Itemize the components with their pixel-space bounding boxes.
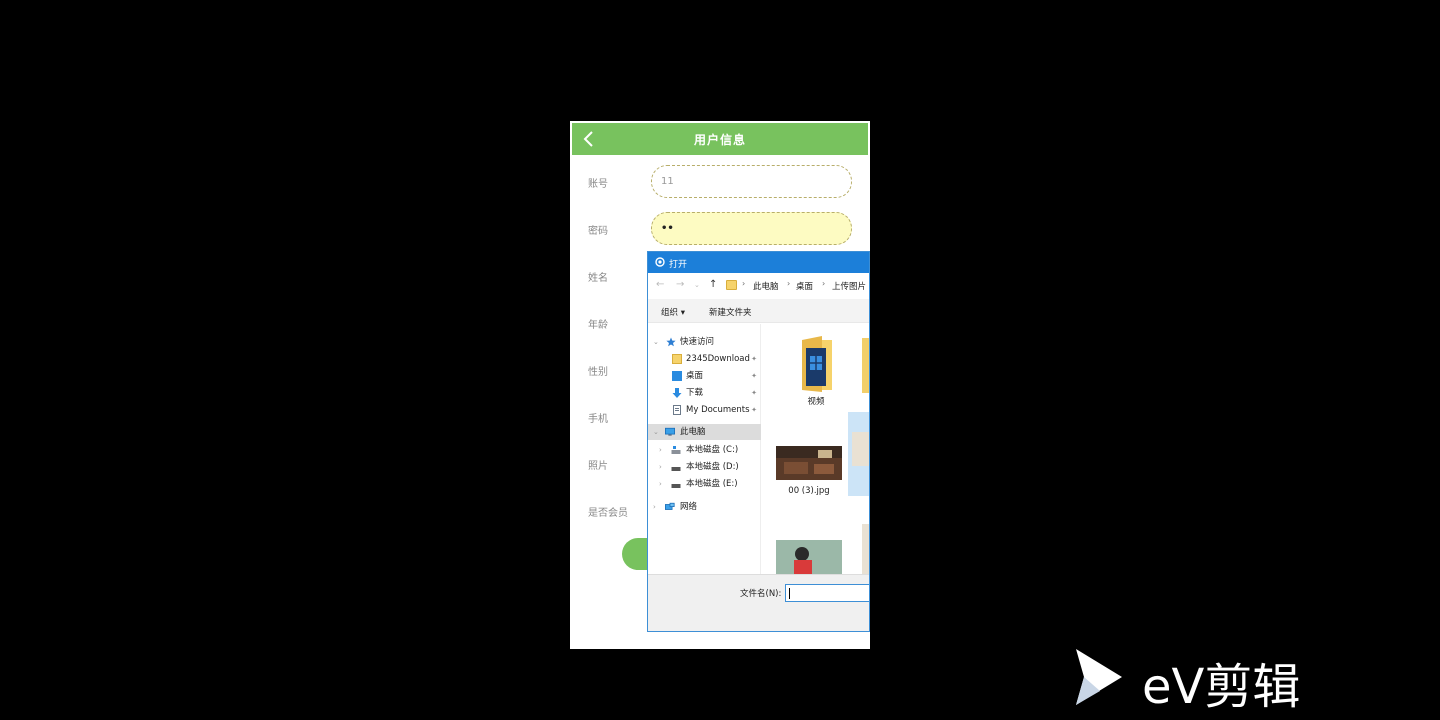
chevron-down-icon: ⌄: [653, 338, 659, 346]
open-file-dialog: 打开 ← → ⌄ ↑ › 此电脑 › 桌面 › 上传图片 组织 ▾ 新建文件夹 …: [647, 251, 870, 632]
chevron-right-icon: ›: [787, 279, 791, 288]
breadcrumb-upload-images[interactable]: 上传图片: [832, 280, 866, 292]
vr-thumbnail: [776, 540, 842, 574]
organize-button[interactable]: 组织 ▾: [661, 306, 685, 318]
nav-2345download[interactable]: 2345Download ✦: [648, 351, 761, 367]
up-icon[interactable]: ↑: [709, 279, 717, 290]
chevron-right-icon: ›: [659, 480, 662, 488]
member-label: 是否会员: [588, 508, 628, 519]
tile-label: 00 (3).jpg: [788, 486, 830, 496]
file-list: 视频 00 (3).jpg: [762, 324, 869, 574]
navigation-pane: ⌄ 快速访问 2345Download ✦ 桌面 ✦ 下载 ✦ My Docum…: [648, 324, 761, 574]
pin-icon: ✦: [751, 355, 757, 363]
download-icon: [672, 388, 682, 398]
photo-label: 照片: [588, 461, 608, 472]
filename-label: 文件名(N):: [740, 589, 782, 599]
nav-desktop[interactable]: 桌面 ✦: [648, 368, 761, 384]
account-label: 账号: [588, 179, 608, 190]
chrome-icon: [655, 257, 665, 267]
forward-icon[interactable]: →: [676, 279, 684, 290]
chevron-right-icon: ›: [659, 446, 662, 454]
image-tile-selected-partial[interactable]: [848, 412, 869, 496]
name-label: 姓名: [588, 273, 608, 284]
chevron-right-icon: ›: [742, 279, 746, 288]
image-tile-partial[interactable]: [862, 524, 869, 574]
address-bar: ← → ⌄ ↑ › 此电脑 › 桌面 › 上传图片: [648, 273, 869, 297]
phone-label: 手机: [588, 414, 608, 425]
chevron-right-icon: ›: [653, 503, 656, 511]
drive-icon: [671, 467, 681, 471]
desktop-icon: [672, 371, 682, 381]
nav-quick-access[interactable]: ⌄ 快速访问: [648, 334, 761, 350]
nav-label: 本地磁盘 (D:): [686, 462, 739, 472]
account-field[interactable]: 11: [651, 165, 852, 198]
filename-input[interactable]: [785, 584, 869, 602]
nav-network[interactable]: › 网络: [648, 499, 761, 515]
ev-logo-icon: [1076, 649, 1122, 705]
age-label: 年龄: [588, 320, 608, 331]
room-thumbnail: [776, 446, 842, 480]
nav-my-documents[interactable]: My Documents ✦: [648, 402, 761, 418]
dialog-titlebar: 打开: [648, 252, 869, 273]
pin-icon: ✦: [751, 406, 757, 414]
folder-tile-video[interactable]: 视频: [776, 332, 856, 412]
nav-drive-e[interactable]: › 本地磁盘 (E:): [648, 476, 761, 492]
dialog-title: 打开: [669, 260, 688, 270]
recent-dropdown-icon[interactable]: ⌄: [694, 281, 700, 289]
screen: 用户信息 账号 11 密码 •• 姓名 年龄 性别 手机 照片 是否会员 打开 …: [0, 0, 1440, 720]
image-tile-00-3[interactable]: 00 (3).jpg: [776, 442, 856, 502]
page-title: 用户信息: [693, 133, 746, 147]
dialog-footer: 文件名(N):: [648, 574, 869, 631]
pin-icon: ✦: [751, 372, 757, 380]
drive-icon: [671, 484, 681, 488]
nav-this-pc[interactable]: ⌄ 此电脑: [648, 424, 761, 440]
tile-label: 视频: [807, 397, 825, 407]
app-header: 用户信息: [572, 123, 868, 155]
image-tile-vr[interactable]: [776, 536, 842, 574]
computer-icon: [665, 427, 675, 436]
password-label: 密码: [588, 226, 608, 237]
back-icon[interactable]: ←: [656, 279, 664, 290]
nav-drive-c[interactable]: › 本地磁盘 (C:): [648, 442, 761, 458]
star-icon: [666, 337, 676, 347]
nav-label: 本地磁盘 (C:): [686, 445, 739, 455]
nav-drive-d[interactable]: › 本地磁盘 (D:): [648, 459, 761, 475]
pin-icon: ✦: [751, 389, 757, 397]
command-bar: 组织 ▾ 新建文件夹: [648, 299, 869, 323]
new-folder-button[interactable]: 新建文件夹: [709, 306, 752, 318]
breadcrumb-this-pc[interactable]: 此电脑: [753, 280, 779, 292]
nav-label: 2345Download: [686, 354, 750, 364]
chevron-down-icon: ⌄: [653, 428, 659, 436]
drive-icon: [671, 446, 681, 454]
nav-label: 本地磁盘 (E:): [686, 479, 738, 489]
nav-label: 网络: [680, 502, 698, 512]
text-caret: [789, 588, 790, 599]
nav-label: 快速访问: [680, 337, 715, 347]
nav-label: 下载: [686, 388, 704, 398]
breadcrumb-desktop[interactable]: 桌面: [796, 280, 813, 292]
folder-icon: [672, 354, 682, 364]
nav-label: My Documents: [686, 405, 750, 415]
chevron-right-icon: ›: [822, 279, 826, 288]
document-icon: [673, 405, 681, 415]
password-field[interactable]: ••: [651, 212, 852, 245]
nav-downloads[interactable]: 下载 ✦: [648, 385, 761, 401]
network-icon: [665, 502, 675, 510]
nav-label: 桌面: [686, 371, 704, 381]
chevron-right-icon: ›: [659, 463, 662, 471]
nav-label: 此电脑: [680, 427, 706, 437]
watermark-text: eV剪辑: [1142, 659, 1301, 715]
video-folder-icon: [802, 336, 832, 392]
folder-icon: [726, 280, 737, 290]
folder-tile-partial[interactable]: [862, 338, 869, 393]
gender-label: 性别: [588, 367, 608, 378]
image-thumbnail: [852, 432, 869, 466]
